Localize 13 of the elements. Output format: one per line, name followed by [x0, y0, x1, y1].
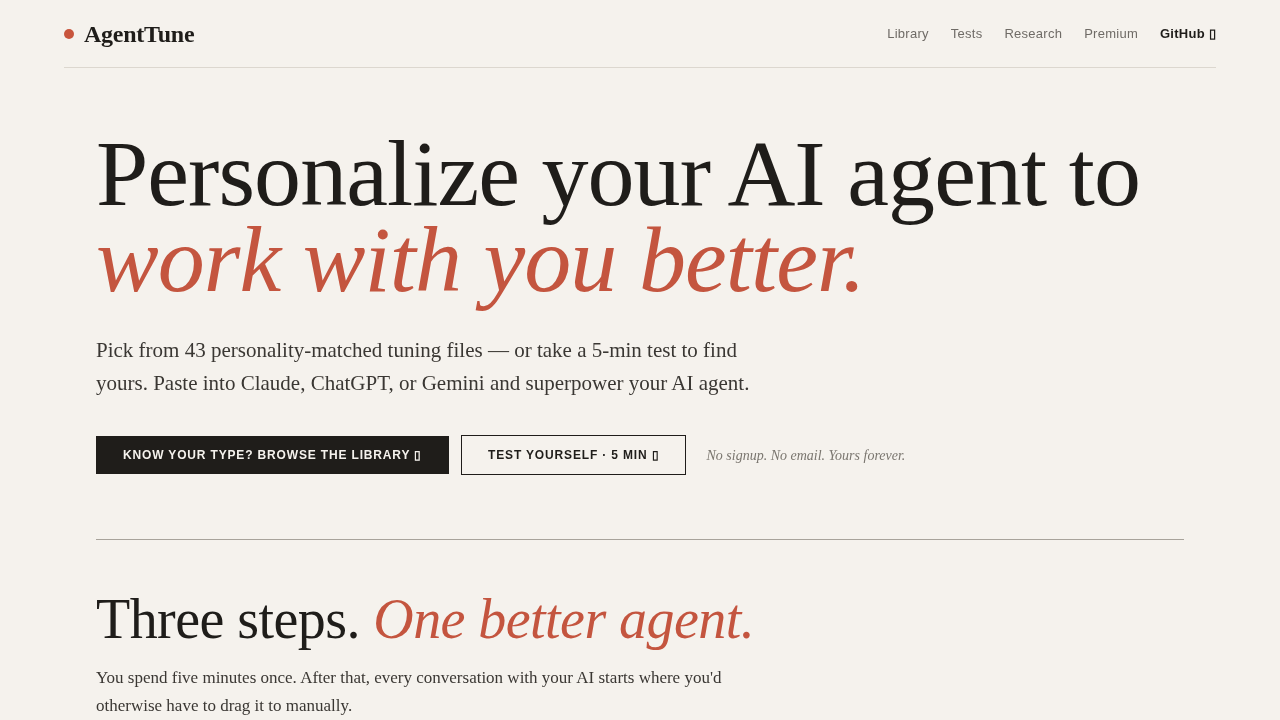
test-yourself-button[interactable]: TEST YOURSELF · 5 MIN ▯ [461, 435, 687, 475]
nav-link[interactable]: GitHub ▯ [1160, 23, 1216, 44]
reassurance-note: No signup. No email. Yours forever. [706, 446, 906, 465]
hero-description: Pick from 43 personality-matched tuning files — or take a 5-min test to find yours. Paste into Claude, ChatGPT, or Gemini and superpower your AI agent. [96, 337, 751, 397]
steps-description: You spend five minutes once. After that, every conversation with your AI starts where you'd otherwise have to drag it to manually. [96, 667, 723, 717]
nav-link[interactable]: Research [1004, 23, 1063, 44]
nav-link[interactable]: Tests [950, 23, 983, 44]
steps-heading: Three steps. One better agent. [96, 588, 755, 650]
nav-link[interactable]: Premium [1084, 23, 1138, 44]
hero-headline: Personalize your AI agent to work with you better. [96, 120, 1140, 313]
nav-link[interactable]: Library [887, 23, 929, 44]
brand-logo[interactable]: AgentTune [84, 21, 195, 46]
browse-library-button[interactable]: KNOW YOUR TYPE? BROWSE THE LIBRARY ▯ [96, 436, 450, 474]
